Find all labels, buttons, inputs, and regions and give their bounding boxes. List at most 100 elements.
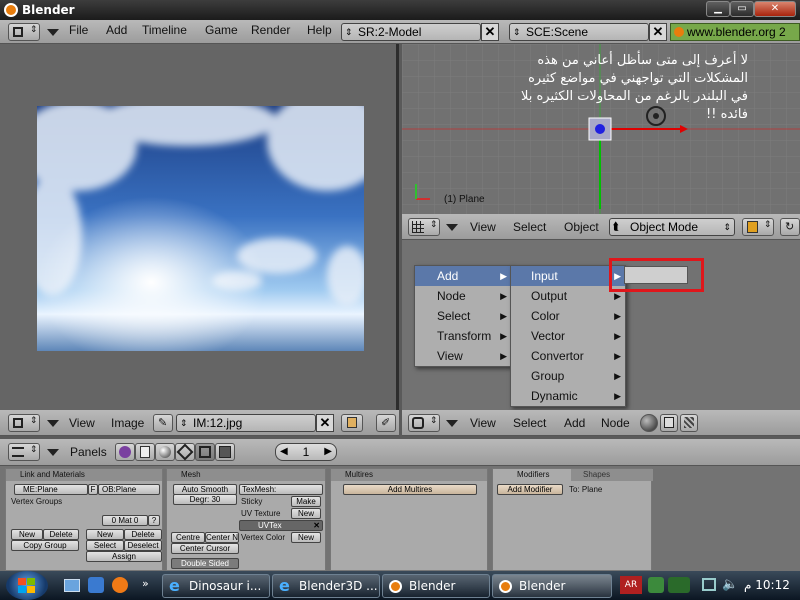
window-type-button[interactable]: ⇕ — [408, 218, 440, 236]
texmesh-field[interactable]: TexMesh: — [239, 484, 323, 495]
close-button[interactable]: ✕ — [754, 1, 796, 17]
menu-item-node[interactable]: Node ▶ — [415, 286, 511, 306]
menu-select[interactable]: Select — [513, 220, 546, 234]
degree-field[interactable]: Degr: 30 — [173, 494, 237, 505]
start-button[interactable] — [6, 571, 48, 600]
menu-item-transform[interactable]: Transform ▶ — [415, 326, 511, 346]
unlink-image-button[interactable]: ✕ — [316, 414, 334, 432]
fake-user-toggle[interactable]: F — [88, 484, 98, 495]
menu-view[interactable]: View — [69, 416, 95, 430]
sticky-make-button[interactable]: Make — [291, 496, 321, 507]
menu-select[interactable]: Select — [513, 416, 546, 430]
script-context-button[interactable] — [135, 443, 155, 461]
orbit-button[interactable]: ↻ — [780, 218, 800, 236]
tray-3d-icon[interactable] — [668, 577, 690, 593]
switch-windows-icon[interactable] — [88, 577, 104, 593]
material-index-field[interactable]: 0 Mat 0 — [102, 515, 148, 526]
add-modifier-button[interactable]: Add Modifier — [497, 484, 563, 495]
submenu-item-vector[interactable]: Vector ▶ — [511, 326, 625, 346]
tab-modifiers[interactable]: Modifiers — [493, 469, 571, 481]
menu-render[interactable]: Render — [251, 23, 290, 37]
network-icon[interactable] — [702, 578, 716, 591]
scene-context-button[interactable] — [215, 443, 235, 461]
menu-view[interactable]: View — [470, 220, 496, 234]
screen-select-field[interactable]: ⇕ SR:2-Model — [341, 23, 481, 41]
submenu-item-color[interactable]: Color ▶ — [511, 306, 625, 326]
tray-app-icon[interactable] — [648, 577, 664, 593]
material-nodes-button[interactable] — [640, 414, 658, 432]
clock[interactable]: 10:12 م — [744, 578, 790, 592]
delete-layer-icon[interactable]: ✕ — [313, 521, 320, 530]
copy-group-button[interactable]: Copy Group — [11, 540, 79, 551]
texture-nodes-button[interactable] — [680, 414, 698, 432]
3d-viewport[interactable]: لا أعرف إلى متى سأظل أعاني من هذه المشكل… — [402, 44, 800, 214]
menu-object[interactable]: Object — [564, 220, 599, 234]
menu-help[interactable]: Help — [307, 23, 332, 37]
menu-file[interactable]: File — [69, 23, 88, 37]
uvtex-layer[interactable]: UVTex ✕ — [239, 520, 323, 531]
submenu-item-output[interactable]: Output ▶ — [511, 286, 625, 306]
task-blender3d[interactable]: e Blender3D ... — [272, 574, 380, 598]
maximize-button[interactable]: ▭ — [730, 1, 754, 17]
collapse-triangle-icon[interactable] — [47, 449, 59, 456]
image-editor-area[interactable] — [0, 44, 399, 410]
menu-item-add[interactable]: Add ▶ — [415, 266, 511, 286]
menu-item-view[interactable]: View ▶ — [415, 346, 511, 366]
scene-select-field[interactable]: ⇕ SCE:Scene — [509, 23, 649, 41]
delete-scene-button[interactable]: ✕ — [649, 23, 667, 41]
menu-item-select[interactable]: Select ▶ — [415, 306, 511, 326]
shading-context-button[interactable] — [155, 443, 175, 461]
volume-icon[interactable]: 🔈 — [722, 577, 738, 592]
add-multires-button[interactable]: Add Multires — [343, 484, 477, 495]
centre-button[interactable]: Centre — [171, 532, 205, 543]
double-sided-toggle[interactable]: Double Sided — [171, 558, 239, 569]
editing-context-button[interactable] — [195, 443, 215, 461]
logic-context-button[interactable] — [115, 443, 135, 461]
center-cursor-button[interactable]: Center Cursor — [171, 543, 239, 554]
menu-view[interactable]: View — [470, 416, 496, 430]
material-select-button[interactable]: Select — [86, 540, 124, 551]
language-indicator[interactable]: AR — [620, 576, 642, 594]
window-type-button[interactable]: ⇕ — [408, 414, 440, 432]
submenu-item-dynamic[interactable]: Dynamic ▶ — [511, 386, 625, 406]
mode-select[interactable]: ⮬ Object Mode ⇕ — [609, 218, 735, 236]
media-player-icon[interactable] — [112, 577, 128, 593]
task-blender-1[interactable]: Blender — [382, 574, 490, 598]
vertex-color-new-button[interactable]: New — [291, 532, 321, 543]
task-dinosaur[interactable]: e Dinosaur i... — [162, 574, 270, 598]
collapse-triangle-icon[interactable] — [446, 224, 458, 231]
submenu-item-group[interactable]: Group ▶ — [511, 366, 625, 386]
vgroup-delete-button[interactable]: Delete — [43, 529, 79, 540]
material-delete-button[interactable]: Delete — [124, 529, 162, 540]
centre-new-button[interactable]: Center Ne — [205, 532, 239, 543]
object-name-field[interactable]: OB:Plane — [98, 484, 160, 495]
tab-shapes[interactable]: Shapes — [571, 469, 653, 481]
minimize-button[interactable]: ▁ — [706, 1, 730, 17]
panels-menu[interactable]: Panels — [70, 445, 107, 459]
menu-node[interactable]: Node — [601, 416, 630, 430]
image-pack-button[interactable] — [341, 414, 363, 432]
image-select-field[interactable]: ⇕ IM:12.jpg — [176, 414, 316, 432]
paint-button[interactable]: ✐ — [376, 414, 396, 432]
uv-texture-new-button[interactable]: New — [291, 508, 321, 519]
draw-type-button[interactable]: ⇕ — [742, 218, 774, 236]
material-deselect-button[interactable]: Deselect — [124, 540, 162, 551]
window-type-button[interactable]: ⇕ — [8, 443, 40, 461]
frame-number-field[interactable]: ◀ 1 ▶ — [275, 443, 337, 461]
menu-game[interactable]: Game — [205, 23, 238, 37]
task-blender-2[interactable]: Blender — [492, 574, 612, 598]
submenu-item-input[interactable]: Input ▶ — [511, 266, 625, 286]
show-desktop-icon[interactable] — [64, 579, 80, 592]
vgroup-new-button[interactable]: New — [11, 529, 43, 540]
window-type-button[interactable]: ⇕ — [8, 414, 40, 432]
object-context-button[interactable] — [175, 443, 195, 461]
blender-site-link[interactable]: www.blender.org 2 — [670, 23, 800, 41]
submenu-item-convertor[interactable]: Convertor ▶ — [511, 346, 625, 366]
collapse-triangle-icon[interactable] — [446, 420, 458, 427]
menu-image[interactable]: Image — [111, 416, 144, 430]
material-new-button[interactable]: New — [86, 529, 124, 540]
delete-screen-button[interactable]: ✕ — [481, 23, 499, 41]
menu-add[interactable]: Add — [564, 416, 585, 430]
menu-timeline[interactable]: Timeline — [142, 23, 187, 37]
composite-nodes-button[interactable] — [660, 414, 678, 432]
